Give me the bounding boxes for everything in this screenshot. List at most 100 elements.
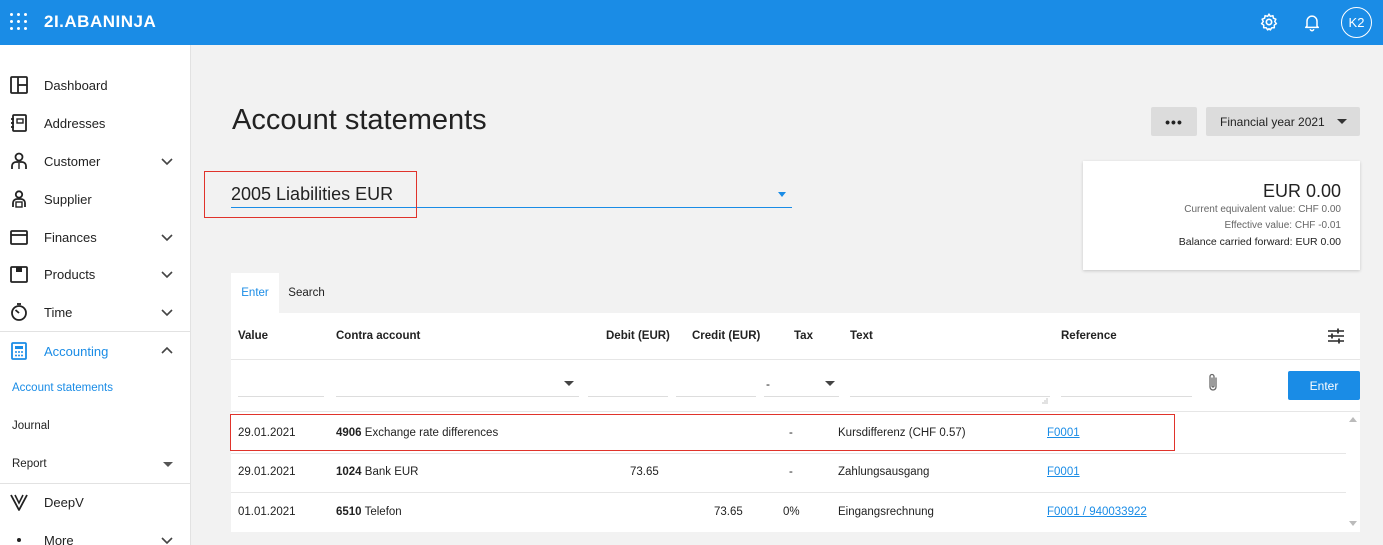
sidebar-item-time[interactable]: Time xyxy=(0,293,191,331)
debit-input[interactable] xyxy=(588,373,668,397)
caret-down-icon xyxy=(1337,119,1347,124)
row-value-date: 29.01.2021 xyxy=(238,466,296,478)
tab-search[interactable]: Search xyxy=(279,273,334,313)
chevron-down-icon[interactable] xyxy=(160,230,174,244)
sidebar-item-label: DeepV xyxy=(44,494,84,510)
box-icon xyxy=(10,266,28,283)
account-name: Telefon xyxy=(364,506,402,518)
tab-enter[interactable]: Enter xyxy=(231,273,279,313)
sidebar-item-accounting[interactable]: Accounting xyxy=(0,332,191,370)
balance-carried-forward: Balance carried forward: EUR 0.00 xyxy=(1178,236,1341,248)
top-bar: 2I.ABANINJA K2 xyxy=(0,0,1383,45)
brand-logo[interactable]: 2I.ABANINJA xyxy=(44,12,156,32)
paperclip-icon[interactable] xyxy=(1206,372,1220,392)
account-number: 1024 xyxy=(336,466,362,478)
chevron-down-icon[interactable] xyxy=(160,267,174,281)
sidebar-subitem-label: Report xyxy=(12,458,47,470)
column-header-credit: Credit (EUR) xyxy=(692,330,761,342)
sidebar-item-products[interactable]: Products xyxy=(0,255,191,293)
row-tax: - xyxy=(789,466,793,478)
row-reference-link[interactable]: F0001 xyxy=(1047,466,1080,478)
row-reference-link[interactable]: F0001 / 940033922 xyxy=(1047,506,1147,518)
row-credit: 73.65 xyxy=(714,506,743,518)
enter-button[interactable]: Enter xyxy=(1288,371,1360,400)
financial-year-select[interactable]: Financial year 2021 xyxy=(1206,107,1360,136)
row-tax: 0% xyxy=(783,506,800,518)
caret-down-icon xyxy=(778,192,786,197)
current-equivalent-value: Current equivalent value: CHF 0.00 xyxy=(1184,204,1341,215)
deepv-icon xyxy=(10,494,28,511)
row-contra-account: 6510 Telefon xyxy=(336,506,402,518)
user-avatar[interactable]: K2 xyxy=(1341,7,1372,38)
chevron-down-icon[interactable] xyxy=(160,154,174,168)
sidebar-item-label: More xyxy=(44,532,74,545)
sidebar-subitem-journal[interactable]: Journal xyxy=(0,407,191,445)
gear-icon[interactable] xyxy=(1259,12,1279,32)
bell-icon[interactable] xyxy=(1302,12,1322,32)
reference-input[interactable] xyxy=(1061,373,1192,397)
row-text: Zahlungsausgang xyxy=(838,466,930,478)
sidebar-item-finances[interactable]: Finances xyxy=(0,218,191,256)
chevron-down-icon[interactable] xyxy=(160,305,174,319)
more-icon xyxy=(17,538,21,542)
column-settings-icon[interactable] xyxy=(1327,328,1345,344)
highlight-box xyxy=(230,414,1175,451)
row-text: Eingangsrechnung xyxy=(838,506,934,518)
sidebar-item-addresses[interactable]: Addresses xyxy=(0,104,191,142)
balance-amount: EUR 0.00 xyxy=(1262,181,1341,201)
sidebar-item-dashboard[interactable]: Dashboard xyxy=(0,66,191,104)
column-header-value: Value xyxy=(238,330,269,342)
table-row[interactable]: 01.01.2021 6510 Telefon 73.65 0% Eingang… xyxy=(231,493,1346,532)
sidebar-item-label: Time xyxy=(44,304,73,320)
column-header-debit: Debit (EUR) xyxy=(606,330,670,342)
calculator-icon xyxy=(11,342,27,360)
sidebar-item-more[interactable]: More xyxy=(0,521,191,545)
column-header-text: Text xyxy=(850,330,873,342)
header-separator xyxy=(231,359,1360,360)
stopwatch-icon xyxy=(11,303,27,321)
sidebar-item-customer[interactable]: Customer xyxy=(0,142,191,180)
row-value-date: 01.01.2021 xyxy=(238,506,296,518)
apps-grid-icon[interactable] xyxy=(10,13,28,31)
sidebar-subitem-label: Account statements xyxy=(12,382,113,394)
table-row[interactable]: 29.01.2021 1024 Bank EUR 73.65 - Zahlung… xyxy=(231,453,1346,492)
resize-handle-icon[interactable] xyxy=(1042,398,1048,404)
column-header-tax: Tax xyxy=(794,330,813,342)
text-input[interactable] xyxy=(850,373,1050,397)
sidebar-item-label: Addresses xyxy=(44,115,106,131)
chevron-up-icon[interactable] xyxy=(160,344,174,358)
row-debit: 73.65 xyxy=(630,466,659,478)
wallet-icon xyxy=(10,230,28,245)
address-book-icon xyxy=(11,114,27,132)
more-options-button[interactable]: ••• xyxy=(1151,107,1197,136)
dashboard-icon xyxy=(10,76,28,94)
balance-card: EUR 0.00 Current equivalent value: CHF 0… xyxy=(1083,161,1360,270)
sidebar-item-label: Finances xyxy=(44,229,97,245)
customer-icon xyxy=(11,152,27,169)
contra-account-input[interactable] xyxy=(336,373,579,397)
entry-separator xyxy=(231,411,1360,412)
sidebar-item-label: Supplier xyxy=(44,191,92,207)
scroll-down-arrow[interactable] xyxy=(1349,521,1357,526)
column-header-contra-account: Contra account xyxy=(336,330,421,342)
sidebar-item-deepv[interactable]: DeepV xyxy=(0,483,191,521)
supplier-icon xyxy=(12,190,26,208)
value-date-input[interactable] xyxy=(238,373,324,397)
chevron-down-icon[interactable] xyxy=(160,533,174,545)
sidebar-subitem-account-statements[interactable]: Account statements xyxy=(0,369,191,407)
row-contra-account: 1024 Bank EUR xyxy=(336,466,418,478)
highlight-box xyxy=(204,171,417,218)
financial-year-label: Financial year 2021 xyxy=(1220,115,1325,129)
column-header-reference: Reference xyxy=(1061,330,1117,342)
sidebar-subitem-label: Journal xyxy=(12,420,50,432)
credit-input[interactable] xyxy=(676,373,756,397)
page-title: Account statements xyxy=(232,104,487,136)
sidebar-item-label: Customer xyxy=(44,153,101,169)
sidebar-item-supplier[interactable]: Supplier xyxy=(0,180,191,218)
caret-down-icon[interactable] xyxy=(163,461,173,467)
caret-down-icon[interactable] xyxy=(825,381,835,386)
sidebar: Dashboard Addresses Customer Supplier Fi… xyxy=(0,45,191,545)
sidebar-subitem-report[interactable]: Report xyxy=(0,445,191,483)
scroll-up-arrow[interactable] xyxy=(1349,417,1357,422)
caret-down-icon[interactable] xyxy=(564,381,574,386)
